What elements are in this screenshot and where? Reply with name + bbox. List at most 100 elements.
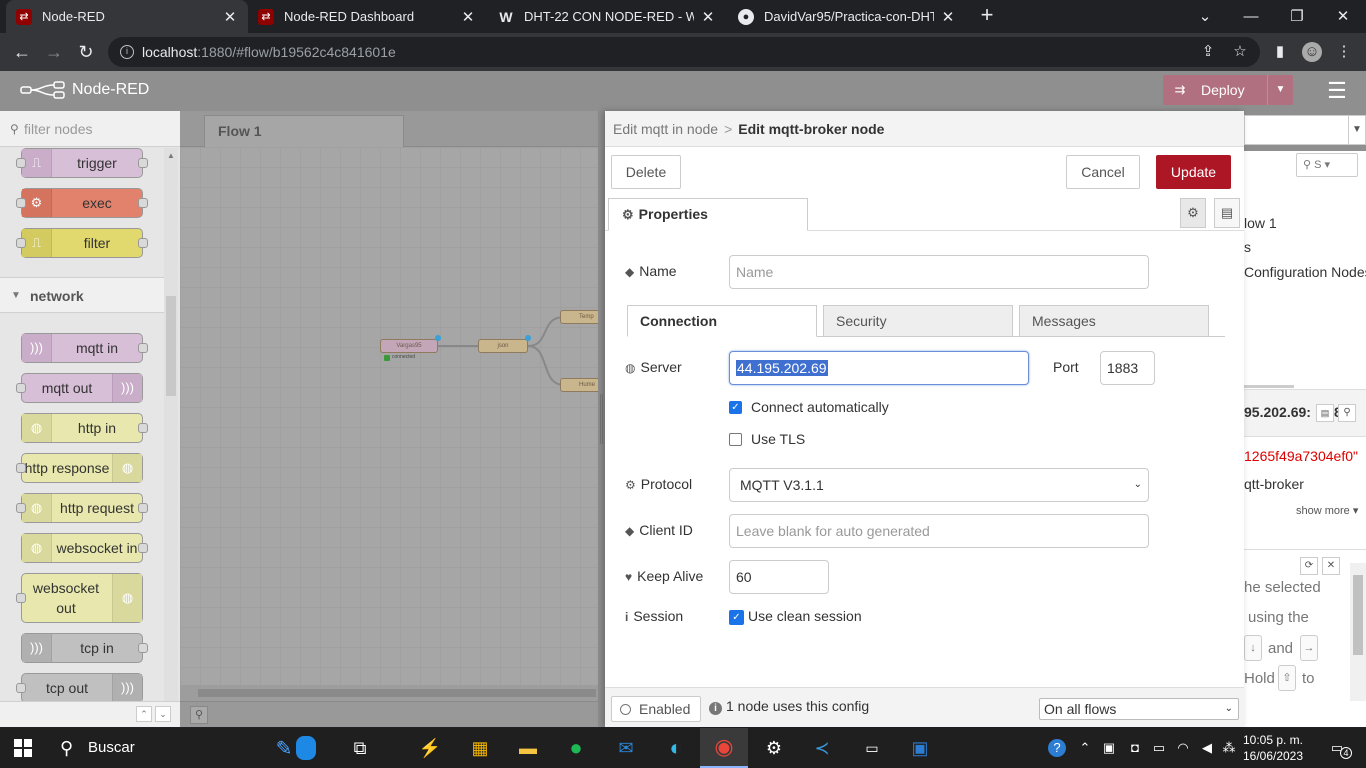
- browser-tab-dashboard[interactable]: ⇄ Node-RED Dashboard ✕: [248, 0, 486, 33]
- spotify-icon[interactable]: ●: [552, 728, 600, 768]
- sidebar-scrollbar[interactable]: [1350, 563, 1366, 701]
- restore-icon[interactable]: ❐: [1274, 0, 1320, 33]
- protocol-select[interactable]: MQTT V3.1.1 ⌄: [729, 468, 1149, 502]
- chrome-icon[interactable]: ◉: [700, 728, 748, 768]
- palette-node-websocket-out[interactable]: ◍ websocket out: [16, 573, 143, 623]
- update-button[interactable]: Update: [1156, 155, 1231, 189]
- cancel-button[interactable]: Cancel: [1066, 155, 1140, 189]
- vscode-icon[interactable]: ≺: [798, 728, 846, 768]
- flow-node-json[interactable]: json: [478, 339, 528, 353]
- chevron-down-icon[interactable]: ▼: [1348, 115, 1366, 145]
- scrollbar-thumb[interactable]: [198, 689, 596, 697]
- palette-node-http-request[interactable]: ◍ http request: [16, 493, 148, 523]
- browser-tab-node-red[interactable]: ⇄ Node-RED ✕: [6, 0, 248, 33]
- keep-alive-input[interactable]: 60: [729, 560, 829, 594]
- edge-icon[interactable]: ◐: [652, 728, 700, 768]
- browser-tab-wokwi[interactable]: W DHT-22 CON NODE-RED - Wokwi ✕: [488, 0, 726, 33]
- terminal-icon[interactable]: ▭: [848, 728, 896, 768]
- windows-start-icon[interactable]: [14, 739, 32, 757]
- scope-select[interactable]: On all flows ⌄: [1039, 698, 1239, 720]
- palette-category-network[interactable]: ▼ network: [0, 277, 164, 313]
- breadcrumb-parent[interactable]: Edit mqtt in node: [613, 121, 718, 137]
- taskbar-clock[interactable]: 10:05 p. m. 16/06/2023: [1240, 732, 1306, 764]
- palette-node-mqtt-in[interactable]: ))) mqtt in: [21, 333, 148, 363]
- enabled-toggle[interactable]: Enabled: [611, 696, 701, 722]
- share-icon[interactable]: ⇪: [1198, 42, 1218, 62]
- photos-icon[interactable]: ▣: [896, 728, 944, 768]
- palette-node-http-response[interactable]: ◍ http response: [16, 453, 143, 483]
- file-explorer-icon[interactable]: ▬: [504, 728, 552, 768]
- close-window-icon[interactable]: ✕: [1320, 0, 1366, 33]
- side-panel-icon[interactable]: ▮: [1270, 42, 1290, 62]
- close-tab-icon[interactable]: ✕: [222, 8, 238, 26]
- palette-node-trigger[interactable]: ⎍ trigger: [16, 148, 148, 178]
- expand-all-icon[interactable]: ⌄: [155, 706, 171, 722]
- search-icon[interactable]: ⚲: [1338, 404, 1356, 422]
- sidebar-splitter[interactable]: [598, 111, 605, 727]
- new-tab-icon[interactable]: +: [976, 4, 998, 28]
- tab-flow-1[interactable]: Flow 1: [204, 115, 404, 147]
- site-info-icon[interactable]: i: [120, 45, 134, 59]
- search-icon[interactable]: ⚲: [190, 706, 208, 724]
- scrollbar-thumb[interactable]: [1353, 575, 1363, 655]
- delete-button[interactable]: Delete: [611, 155, 681, 189]
- node-settings-gear-icon[interactable]: ⚙: [1180, 198, 1206, 228]
- sidebar-search[interactable]: ⚲ S ▾: [1296, 153, 1358, 177]
- task-view-icon[interactable]: ⧉: [336, 728, 384, 768]
- forward-arrow-icon[interactable]: →: [40, 38, 68, 66]
- close-tab-icon[interactable]: ✕: [460, 8, 476, 26]
- flow-node-mqtt-in[interactable]: Vargas95: [380, 339, 438, 353]
- book-icon[interactable]: ▤: [1316, 404, 1334, 422]
- profile-avatar[interactable]: ☺: [1302, 42, 1322, 62]
- palette-node-exec[interactable]: ⚙ exec: [16, 188, 148, 218]
- name-input[interactable]: Name: [729, 255, 1149, 289]
- notification-icon[interactable]: ▭ 4: [1326, 739, 1352, 759]
- palette-node-filter[interactable]: ⎍ filter: [16, 228, 148, 258]
- taskbar-search[interactable]: ⚲ Buscar: [48, 728, 246, 768]
- flow-node-function-hum[interactable]: Hume: [560, 378, 598, 392]
- widgets-icon[interactable]: ✎: [256, 728, 336, 768]
- flow-node-function-temp[interactable]: Temp: [560, 310, 598, 324]
- connect-automatically-checkbox[interactable]: ✓: [729, 401, 742, 414]
- mail-icon[interactable]: ✉: [602, 728, 650, 768]
- volume-icon[interactable]: ◀: [1198, 739, 1216, 757]
- splitter-grip[interactable]: [600, 394, 603, 444]
- show-more-link[interactable]: show more ▾: [1296, 504, 1358, 517]
- palette-scrollbar[interactable]: ▲ ▼: [164, 148, 178, 712]
- palette-node-mqtt-out[interactable]: ))) mqtt out: [16, 373, 143, 403]
- palette-node-websocket-in[interactable]: ◍ websocket in: [21, 533, 148, 563]
- close-tab-icon[interactable]: ✕: [940, 8, 956, 26]
- app-pin-icon[interactable]: ⚡: [406, 728, 454, 768]
- flow-canvas[interactable]: Vargas95 connected json Temp Hume: [180, 147, 598, 685]
- sidebar-tab-select[interactable]: [1244, 115, 1350, 145]
- camera-icon[interactable]: ◘: [1126, 739, 1144, 757]
- browser-tab-github[interactable]: ● DavidVar95/Practica-con-DHT-22 ✕: [728, 0, 966, 33]
- close-icon[interactable]: ✕: [1322, 557, 1340, 575]
- close-tab-icon[interactable]: ✕: [700, 8, 716, 26]
- port-input[interactable]: 1883: [1100, 351, 1155, 385]
- server-input[interactable]: 44.195.202.69: [729, 351, 1029, 385]
- tray-app-icon[interactable]: ▣: [1100, 739, 1118, 757]
- scrollbar-thumb[interactable]: [166, 296, 176, 396]
- main-menu-icon[interactable]: ☰: [1324, 80, 1350, 102]
- help-icon[interactable]: ?: [1048, 739, 1066, 757]
- settings-gear-icon[interactable]: ⚙: [750, 728, 798, 768]
- back-arrow-icon[interactable]: ←: [8, 38, 36, 66]
- subtab-messages[interactable]: Messages: [1019, 305, 1209, 337]
- refresh-icon[interactable]: ⟳: [1300, 557, 1318, 575]
- scroll-up-icon[interactable]: ▲: [167, 151, 175, 160]
- subtab-security[interactable]: Security: [823, 305, 1013, 337]
- chrome-menu-icon[interactable]: ⋮: [1334, 42, 1354, 62]
- bookmark-star-icon[interactable]: ☆: [1230, 42, 1250, 62]
- tab-properties[interactable]: ⚙ Properties: [608, 198, 808, 231]
- deploy-options-caret-icon[interactable]: ▼: [1267, 75, 1293, 105]
- palette-filter-input[interactable]: ⚲ filter nodes: [0, 111, 180, 147]
- show-hidden-icons-chevron-icon[interactable]: ⌃: [1076, 739, 1094, 757]
- node-description-icon[interactable]: ▤: [1214, 198, 1240, 228]
- workspace-horizontal-scrollbar[interactable]: [180, 685, 598, 701]
- reload-icon[interactable]: ↻: [72, 38, 100, 66]
- clean-session-checkbox[interactable]: ✓: [729, 610, 744, 625]
- sidebar-line[interactable]: Configuration Nodes: [1244, 264, 1366, 280]
- deploy-button[interactable]: ⇉ Deploy ▼: [1163, 75, 1293, 105]
- palette-node-tcp-out[interactable]: ))) tcp out: [16, 673, 143, 703]
